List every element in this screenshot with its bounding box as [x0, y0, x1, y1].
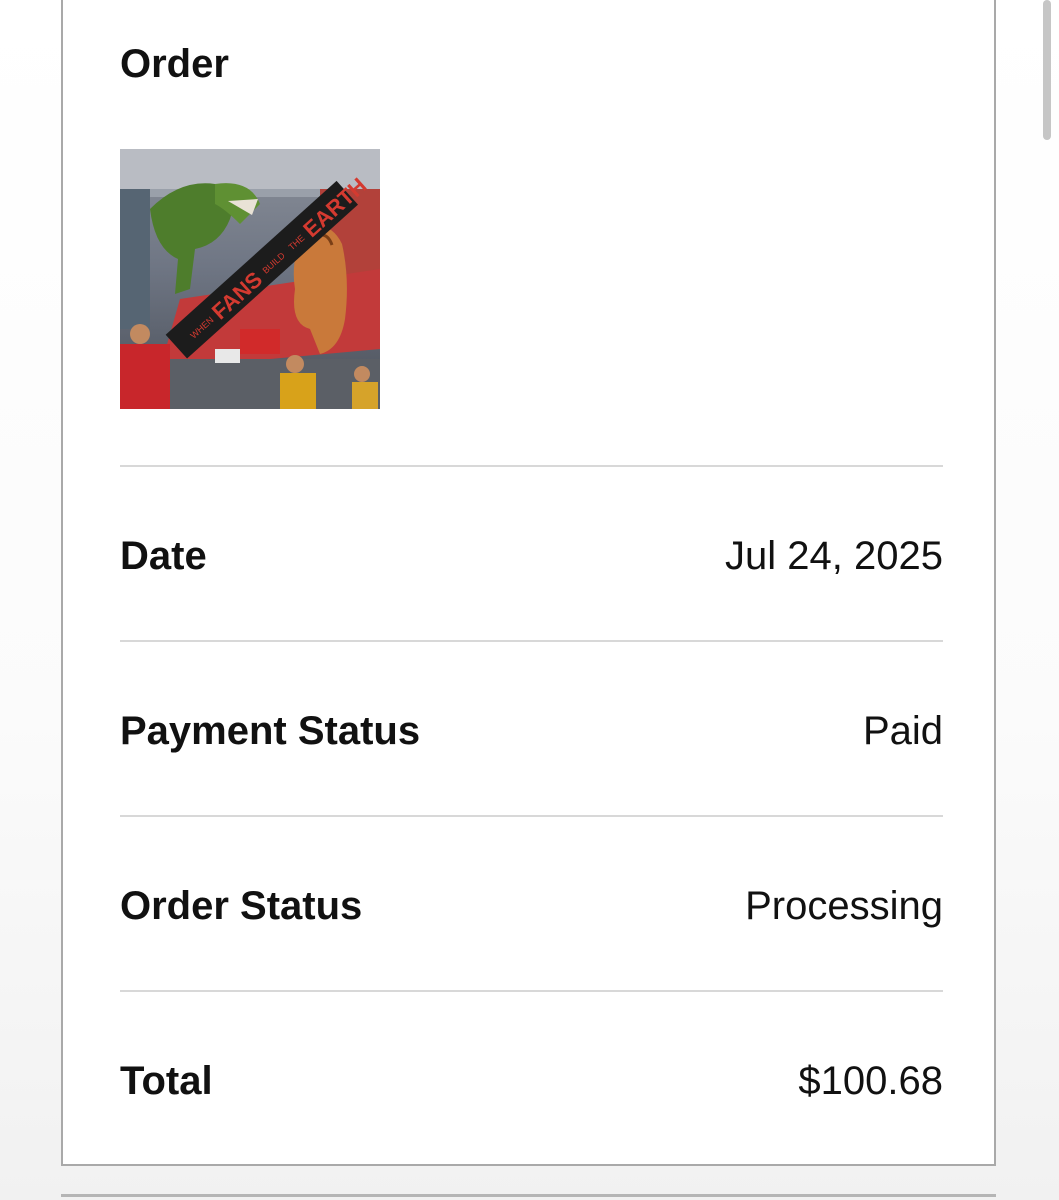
scrollbar[interactable] — [1043, 0, 1051, 140]
divider — [120, 640, 943, 642]
total-label: Total — [120, 1058, 213, 1103]
date-value: Jul 24, 2025 — [725, 533, 943, 578]
divider — [120, 465, 943, 467]
total-value: $100.68 — [798, 1058, 943, 1103]
order-date-row: Date Jul 24, 2025 — [120, 526, 943, 586]
divider — [120, 815, 943, 817]
order-status-label: Order Status — [120, 883, 363, 928]
product-thumbnail[interactable]: WHEN FANS BUILD THE EARTH — [120, 149, 380, 409]
payment-status-value: Paid — [862, 708, 943, 753]
order-status-row: Order Status Processing — [120, 876, 943, 936]
order-status-value: Processing — [745, 883, 943, 928]
order-total-row: Total $100.68 — [120, 1051, 943, 1111]
payment-status-row: Payment Status Paid — [120, 701, 943, 761]
next-card-edge — [61, 1194, 996, 1197]
product-image: WHEN FANS BUILD THE EARTH — [120, 149, 380, 409]
date-label: Date — [120, 533, 207, 578]
order-page: Order WHEN FANS BUILD THE EARTH Date Jul… — [0, 0, 1059, 1200]
payment-status-label: Payment Status — [120, 708, 421, 753]
order-heading: Order — [120, 42, 229, 86]
order-card: Order WHEN FANS BUILD THE EARTH Date Jul… — [61, 0, 996, 1166]
divider — [120, 990, 943, 992]
